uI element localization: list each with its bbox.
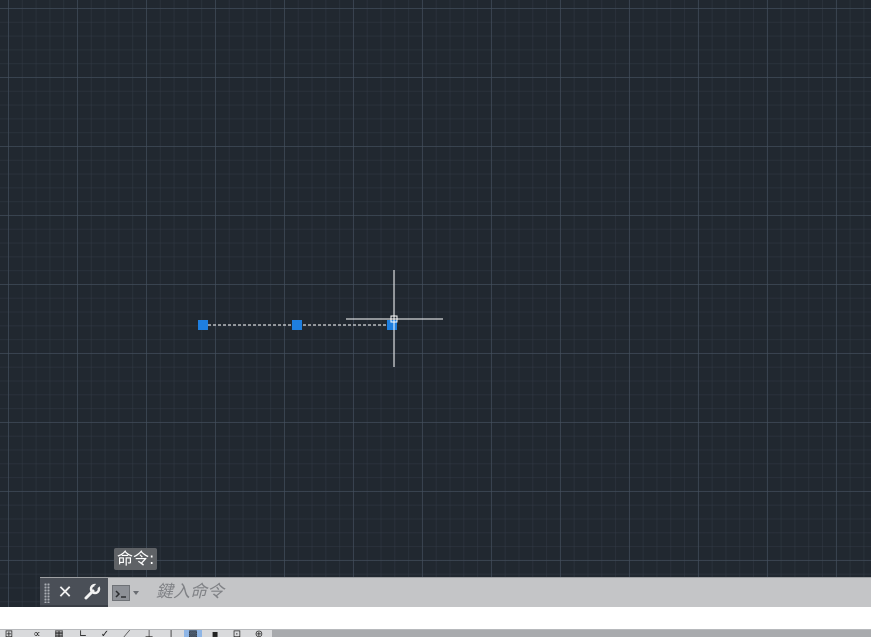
selection-cycling-icon[interactable]: ⊡ bbox=[228, 630, 246, 637]
lineweight-icon[interactable]: ▪ bbox=[206, 630, 224, 637]
object-snap-icon[interactable]: │ bbox=[162, 630, 180, 637]
command-prompt-icon bbox=[112, 585, 130, 601]
model-space-icon[interactable]: ⊞ bbox=[0, 630, 18, 637]
command-input[interactable] bbox=[152, 580, 860, 604]
drag-grip-icon[interactable] bbox=[44, 583, 50, 603]
isometric-drafting-icon[interactable]: ⟋ bbox=[118, 630, 136, 637]
grid-display-icon[interactable]: ▦ bbox=[50, 630, 68, 637]
command-line-controls: ✕ bbox=[40, 578, 108, 608]
layout-tabs-area bbox=[0, 607, 871, 629]
command-history: 命令: bbox=[114, 548, 158, 570]
wrench-icon[interactable] bbox=[82, 582, 102, 602]
transparency-icon[interactable]: ▩ bbox=[184, 630, 202, 637]
snap-mode-icon[interactable]: ∝ bbox=[28, 630, 46, 637]
polar-tracking-icon[interactable]: ✓ bbox=[96, 630, 114, 637]
drawing-area[interactable] bbox=[0, 0, 871, 570]
status-bar: ⊞ ∝ ▦ ∟ ✓ ⟋ ⊥ │ ▩ ▪ ⊡ ⊕ bbox=[0, 629, 871, 637]
close-icon[interactable]: ✕ bbox=[55, 582, 75, 603]
command-line-bar: ✕ bbox=[40, 577, 871, 608]
chevron-down-icon bbox=[133, 591, 139, 595]
grip-midpoint[interactable] bbox=[292, 320, 302, 330]
workspace-switch-icon[interactable]: ⊕ bbox=[250, 630, 268, 637]
ortho-mode-icon[interactable]: ∟ bbox=[74, 630, 92, 637]
object-snap-tracking-icon[interactable]: ⊥ bbox=[140, 630, 158, 637]
crosshair-cursor-icon bbox=[346, 270, 443, 367]
command-prompt-button[interactable] bbox=[112, 584, 148, 602]
status-bar-spacer bbox=[272, 630, 871, 637]
grip-start[interactable] bbox=[198, 320, 208, 330]
